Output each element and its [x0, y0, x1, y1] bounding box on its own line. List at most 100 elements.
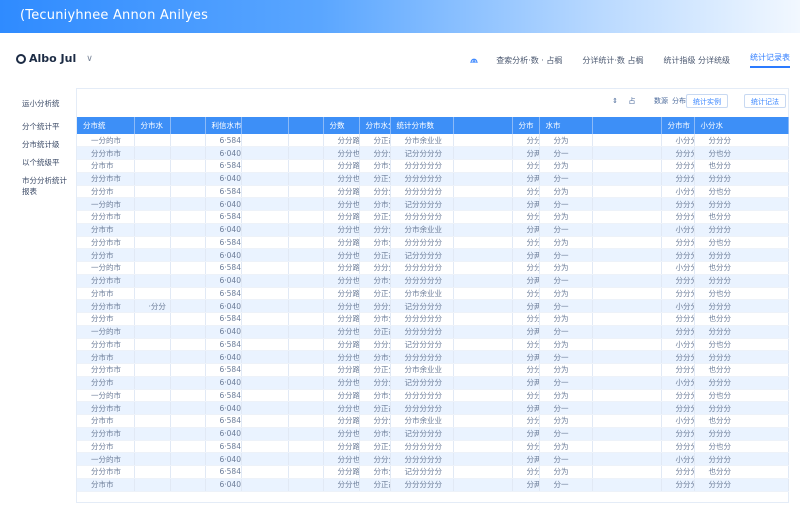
nav-item-active[interactable]: 统计记录表	[750, 52, 790, 68]
table-row[interactable]: 分分市 6·040 分分也分分分分分分记分分分分 分两分一 小分分分分分	[77, 376, 789, 390]
column-header[interactable]	[241, 117, 289, 134]
chevron-down-icon[interactable]: ∨	[86, 54, 93, 64]
column-header[interactable]: 分市	[512, 117, 540, 134]
table-row[interactable]: 分分市 6·040 分分也分正故记记记记分分分分 分两分一 分分分分分分	[77, 248, 789, 262]
table-cell	[288, 325, 324, 339]
table-cell: 一分的市	[77, 389, 135, 403]
table-cell: 分市分分分分	[359, 350, 391, 364]
table-row[interactable]: 分分市市 6·584 分分路分市分分分分记分分分分 分分分为 分分分也分分	[77, 465, 789, 479]
table-cell: 分市市	[77, 223, 135, 237]
column-header[interactable]: 分市市	[661, 117, 695, 134]
table-row[interactable]: 分市市 6·040 分分也分正故记记记分分分分分 分两分一 分分分分分分	[77, 478, 789, 492]
table-cell: 分分	[512, 363, 540, 377]
table-cell: 分分分	[661, 350, 695, 364]
column-header[interactable]: 小分水	[694, 117, 789, 134]
column-header[interactable]: 统计分市数	[390, 117, 454, 134]
table-row[interactable]: 分分市6·584分分路分市分分分分分分分分分分分分为分分分也分分	[77, 312, 789, 326]
table-row[interactable]: 分分市市 6·040 分分也分分分分分分记分分分分 分两分一 分分分分也分	[77, 146, 789, 160]
table-row[interactable]: 一分的市6·040分分也分分分分分分分分分分分分两分一小分分分分分	[77, 452, 789, 466]
table-cell: 分为	[539, 312, 593, 326]
sidebar-item-2[interactable]: 分个统计平	[22, 121, 72, 132]
table-row[interactable]: 一分的市 6·584 分分路分正故记记记分市余业业 分分分为 小分分分分分	[77, 134, 789, 148]
sort-icon[interactable]: ⇕	[610, 94, 620, 108]
table-cell	[288, 248, 324, 262]
table-row[interactable]: 一分的市6·584分分路分市分分分分分分分分分分分分为分分分分也分	[77, 389, 789, 403]
nav-item-3[interactable]: 统计指级 分详统级	[663, 55, 730, 66]
column-header[interactable]: 分市水	[134, 117, 171, 134]
table-cell	[170, 312, 206, 326]
table-row[interactable]: 分分市6·584分分路分分分分分分分分分分分分分分为小分分分也分	[77, 185, 789, 199]
table-cell: 分分分	[661, 363, 695, 377]
brand-switcher[interactable]: Albo Jul ∨	[16, 52, 93, 65]
table-cell	[288, 146, 324, 160]
table-row[interactable]: 分市市 6·040 分分也分市分分分分分分分分分 分两分一 分分分分分分	[77, 350, 789, 364]
table-cell: 分市分分分分	[359, 197, 391, 211]
table-cell: 分分也	[323, 478, 360, 492]
table-cell	[453, 478, 513, 492]
table-cell: 分分分	[661, 325, 695, 339]
table-row[interactable]: 一分的市 6·040 分分也分市分分分分记分分分分 分两分一 分分分分分分	[77, 197, 789, 211]
table-row[interactable]: 分市市6·584分分路分市分分分分分分分分分分分分为分分分也分分	[77, 159, 789, 173]
sidebar-item-1[interactable]: 运小分析统	[22, 98, 72, 109]
table-cell: 分正故记记记	[359, 134, 391, 148]
table-row[interactable]: 分分市市 6·040 分分也分正故记记记分分分分分 分两分一 分分分分分分	[77, 401, 789, 415]
table-cell	[288, 350, 324, 364]
toolbar-button-2[interactable]: 统计记法	[744, 94, 786, 108]
toolbar-item-2[interactable]: 数源	[654, 94, 668, 108]
toolbar-item-3[interactable]: 分布	[672, 94, 686, 108]
column-header[interactable]	[170, 117, 206, 134]
table-row[interactable]: 一分的市 6·040 分分也分正故记记记分分分分分 分两分一 分分分分分分	[77, 325, 789, 339]
table-cell: 分正故记记记	[359, 325, 391, 339]
table-cell: 分分	[512, 312, 540, 326]
table-cell	[170, 478, 206, 492]
table-row[interactable]: 分分市市 6·040 分分也分市分分分分记分分分分 分两分一 分分分分分分	[77, 427, 789, 441]
table-cell: 分分分	[661, 401, 695, 415]
column-header[interactable]	[592, 117, 662, 134]
nav-item-1[interactable]: 查索分析·数 · 占梮	[496, 55, 562, 66]
table-row[interactable]: 分分市市·分分 6·040 分分也分分分分分分记分分分分 分两分一 小分分分分分	[77, 299, 789, 313]
table-cell: 分正故记记记	[359, 478, 391, 492]
table-row[interactable]: 一分的市6·584分分路分分分分分分分分分分分分分分为小分分也分分	[77, 261, 789, 275]
table-cell: 分分分	[694, 401, 789, 415]
table-row[interactable]: 分分市市6·584分分路分正分记记记分分分分分分分分为分分分也分分	[77, 210, 789, 224]
column-header[interactable]: 分市水分水	[359, 117, 391, 134]
table-row[interactable]: 分分市市 6·584 分分路分分分分分分记分分分分 分分分为 小分分分也分	[77, 338, 789, 352]
table-row[interactable]: 分分市市 6·040 分分也分正分记记记分分分分分 分两分一 分分分分分分	[77, 172, 789, 186]
table-row[interactable]: 分市市 6·040 分分也分分分分分分分市余业业 分两分一 小分分分分分	[77, 223, 789, 237]
table-row[interactable]: 分市市 6·584 分分路分分分分分分分市余业业 分分分为 小分分也分分	[77, 414, 789, 428]
table-cell	[170, 376, 206, 390]
column-header[interactable]	[288, 117, 324, 134]
table-cell: 分分路	[323, 185, 360, 199]
table-cell	[288, 465, 324, 479]
table-cell	[592, 274, 662, 288]
table-cell: 分一	[539, 223, 593, 237]
table-cell	[288, 376, 324, 390]
column-header[interactable]: 分市统	[77, 117, 135, 134]
fingerprint-icon[interactable]	[468, 54, 480, 66]
sidebar-item-5[interactable]: 市分分析统计报表	[22, 175, 72, 197]
table-row[interactable]: 分市市 6·584 分分路分正分记记记分市余业业 分分分为 分分分分也分	[77, 287, 789, 301]
table-row[interactable]: 分分市6·584分分路分正分记记记分分分分分分分分为分分分分也分	[77, 440, 789, 454]
table-cell: 也分分	[694, 363, 789, 377]
sidebar-item-3[interactable]: 分市统计级	[22, 139, 72, 150]
table-cell: 分分分分分	[390, 261, 454, 275]
table-cell	[241, 274, 289, 288]
toolbar-button-1[interactable]: 统计实例	[686, 94, 728, 108]
table-cell: 分分分	[661, 312, 695, 326]
column-header[interactable]: 分数	[323, 117, 360, 134]
table-row[interactable]: 分分市市 6·584 分分路分正分记记记分市余业业 分分分为 分分分也分分	[77, 363, 789, 377]
table-cell: 6·040	[205, 427, 242, 441]
column-header[interactable]: 水市	[539, 117, 593, 134]
column-header[interactable]	[453, 117, 513, 134]
table-cell: 分分分分分	[390, 401, 454, 415]
table-row[interactable]: 分分市市6·584分分路分市分分分分分分分分分分分分为分分分分也分	[77, 236, 789, 250]
nav-item-2[interactable]: 分详统计·数 占梮	[582, 55, 643, 66]
table-cell: 小分分	[661, 299, 695, 313]
table-cell: 记分分分分	[390, 376, 454, 390]
table-cell	[134, 414, 171, 428]
toolbar-item-1[interactable]: 占	[626, 94, 638, 108]
sidebar-item-4[interactable]: 以个统级平	[22, 157, 72, 168]
table-cell	[170, 427, 206, 441]
table-row[interactable]: 分分市市 6·040 分分也分市分分分分分分分分分 分两分一 分分分分分分	[77, 274, 789, 288]
column-header[interactable]: 利信水市	[205, 117, 242, 134]
